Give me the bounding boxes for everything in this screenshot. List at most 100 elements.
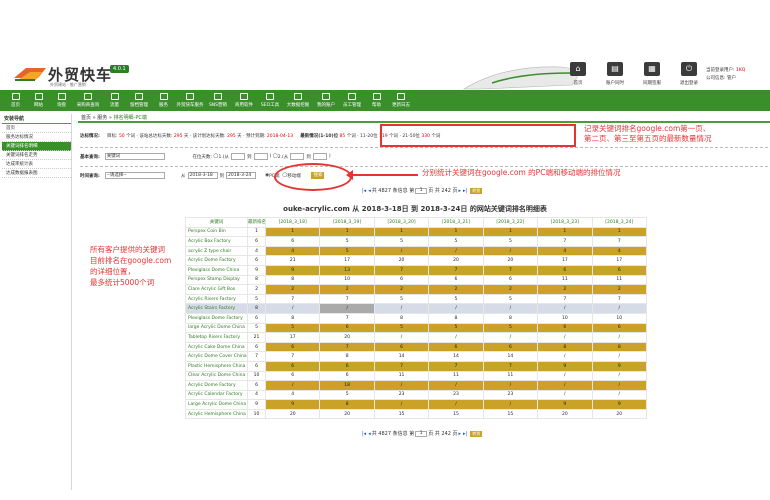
nav-site-label: 网站 (34, 103, 43, 108)
target-value: 50 (118, 134, 125, 139)
page-input[interactable]: 1 (415, 187, 428, 194)
keyword-cell[interactable]: acrylic Z type chair (185, 245, 248, 257)
express-icon (186, 93, 194, 100)
nav-data[interactable]: 大数据挖掘 (283, 90, 313, 111)
breadcrumb-home[interactable]: 首页 (81, 115, 91, 121)
sidebar-item-ranking-trend[interactable]: 关键词排名走势 (2, 151, 71, 160)
rank-cell: 6 (264, 236, 321, 247)
rank-cell: 5 (428, 236, 484, 247)
keyword-cell[interactable]: Plexiglass Dome China (185, 264, 248, 276)
first-page-icon[interactable]: |◂ (362, 188, 366, 194)
nav-archive[interactable]: 留档管理 (126, 90, 152, 111)
annotation-note-3: 所有客户提供的关键词 目前排名在google.com 的详细位置， 最多统计50… (90, 244, 171, 288)
rank-cell: 6 (373, 274, 430, 286)
nav-sns[interactable]: SNS营销 (205, 90, 231, 111)
rank-cell: 8 (482, 312, 539, 324)
sns-icon (214, 93, 222, 100)
keyword-cell[interactable]: Acrylic Dome Factory (185, 255, 248, 266)
pager-go-button[interactable]: 转到 (470, 187, 483, 194)
keyword-cell[interactable]: Perspex Stamp Display (185, 274, 248, 286)
nav-buyer-label: 采购商查询 (76, 103, 100, 108)
keyword-cell[interactable]: large Acrylic Dome China (185, 322, 248, 334)
next-page-icon[interactable]: ▸ (459, 188, 462, 194)
sidebar-item-home[interactable]: 首页 (2, 124, 71, 133)
nav-log[interactable]: 更新日志 (388, 90, 414, 111)
logo[interactable]: 外贸快车 外贸建站 · 推广营销 4.0.1 (12, 63, 137, 89)
keyword-cell[interactable]: Acrylic Stairs Factory (185, 303, 248, 314)
nav-help[interactable]: 帮助 (365, 90, 388, 111)
nav-seo[interactable]: SEO工具 (257, 90, 283, 111)
nav-service[interactable]: 服务 (152, 90, 175, 111)
rank-cell: / (537, 351, 593, 362)
last-page-icon[interactable]: ▸| (463, 431, 467, 437)
keyword-cell[interactable]: Acrylic Dome Factory (185, 380, 248, 391)
table-row: Clare Acrylic Gift Box 2 2 2 2 2 2 2 2 (185, 284, 648, 295)
keyword-cell[interactable]: Clare Acrylic Gift Box (185, 284, 248, 295)
keyword-cell[interactable]: Acrylic Dome Cover China (185, 351, 248, 362)
nav-inquiry[interactable]: 询盘 (50, 90, 73, 111)
rank-cell: 6 (428, 341, 484, 353)
to-date-input[interactable]: 2018-3-24 (226, 172, 256, 179)
keyword-input[interactable]: 关键词 (104, 153, 165, 160)
nav-home[interactable]: 首页 (4, 90, 27, 111)
nav-staff[interactable]: 员工管理 (339, 90, 365, 111)
header-service-button[interactable]: ▦ 同期签服 (634, 62, 670, 86)
from-date-input[interactable]: 2018-3-18 (187, 172, 218, 179)
keyword-cell[interactable]: Plexiglass Dome Factory (185, 312, 248, 324)
nav-sns-label: SNS营销 (208, 103, 228, 108)
pager-go-button[interactable]: 转到 (470, 430, 483, 437)
keyword-cell[interactable]: Clear Acrylic Dome China (185, 370, 248, 382)
keyword-cell[interactable]: Acrylic Cake Dome China (185, 341, 248, 353)
ranking-table: 关键词 最新排名 [2018_3_18] [2018_3_19] [2018_3… (185, 217, 648, 420)
rank-cell: 20 (319, 408, 375, 420)
header-home-button[interactable]: ⌂ 首页 (560, 62, 596, 86)
header-logout-button[interactable]: ⏻ 退出登录 (671, 62, 707, 86)
nav-buyer-search[interactable]: 采购商查询 (73, 90, 103, 111)
keyword-cell[interactable]: Acrylic Hemisphere China (185, 408, 248, 420)
last-page-icon[interactable]: ▸| (463, 188, 467, 194)
sidebar-item-report-chart[interactable]: 达成数据报表图 (2, 169, 71, 178)
nav-traffic[interactable]: 流量 (103, 90, 126, 111)
nav-software[interactable]: 商用软件 (231, 90, 257, 111)
prev-page-icon[interactable]: ◂ (368, 188, 371, 194)
rank-cell: 17 (264, 332, 321, 343)
col-date: [2018_3_23] (537, 217, 593, 228)
rank-cell: / (591, 332, 648, 343)
keyword-cell[interactable]: Perspex Coin Bin (185, 226, 248, 238)
rank-cell: 5 (319, 389, 375, 401)
sidebar-item-keyword-ranking[interactable]: 关键词排名明细 (2, 142, 71, 151)
sidebar-item-achievement[interactable]: 达成率统计表 (2, 160, 71, 169)
best-rank-cell: 2 (247, 284, 266, 295)
keyword-cell[interactable]: Acrylic Box Factory (185, 236, 248, 247)
range1-from-input[interactable] (231, 153, 246, 160)
breadcrumb-service[interactable]: 服务 (97, 115, 107, 121)
keyword-cell[interactable]: Tabletop Risers Factory (185, 332, 248, 343)
keyword-cell[interactable]: Plastic Hemisphere China (185, 360, 248, 372)
rank-cell: 7 (482, 360, 539, 372)
nav-site[interactable]: 网站 (27, 90, 50, 111)
service-icon: ▦ (644, 62, 660, 76)
col-keyword: 关键词 (185, 217, 248, 228)
keyword-cell[interactable]: Large Acrylic Dome China (185, 399, 248, 410)
first-page-icon[interactable]: |◂ (362, 431, 366, 437)
prev-page-icon[interactable]: ◂ (368, 431, 371, 437)
rank-cell: 6 (591, 322, 648, 334)
annotation-note-1: 记录关键词排名google.com第一页、 第二页、第三至第五页的最新数量情况 (584, 124, 712, 144)
keyword-cell[interactable]: Acrylic Risers Factory (185, 293, 248, 305)
rank-cell: 1 (373, 226, 430, 238)
next-page-icon[interactable]: ▸ (459, 431, 462, 437)
range2-from-input[interactable] (290, 153, 305, 160)
annotation-box-stats (380, 124, 576, 147)
range1-to-input[interactable] (253, 153, 268, 160)
page-input[interactable]: 1 (415, 430, 428, 437)
sidebar-item-service-status[interactable]: 服务达标情况 (2, 133, 71, 142)
archive-icon (135, 93, 143, 100)
nav-express[interactable]: 外贸快车服务 (175, 90, 205, 111)
period-select[interactable]: --请选择-- (104, 172, 165, 179)
range2-to-input[interactable] (312, 153, 327, 160)
best-rank-cell: 10 (247, 370, 266, 382)
rank-cell: 7 (537, 293, 593, 305)
header-account-button[interactable]: ▤ 账户同时 (597, 62, 633, 86)
keyword-cell[interactable]: Acrylic Calendar Factory (185, 389, 248, 401)
nav-account[interactable]: 我的账户 (313, 90, 339, 111)
